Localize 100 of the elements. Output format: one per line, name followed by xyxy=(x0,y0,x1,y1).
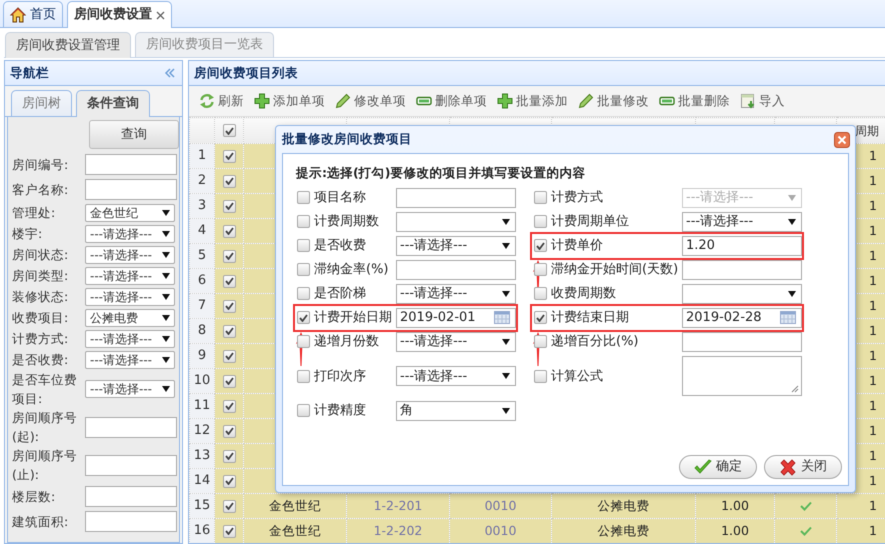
toolbar-button[interactable]: 刷新 xyxy=(197,90,246,112)
checkbox[interactable] xyxy=(297,215,310,228)
confirm-button[interactable]: 确定 xyxy=(679,455,757,479)
toolbar-button[interactable]: 批量添加 xyxy=(495,90,570,112)
checkbox[interactable] xyxy=(222,424,236,438)
dropdown[interactable]: ---请选择--- xyxy=(85,330,175,348)
checkbox[interactable] xyxy=(534,263,547,276)
checkbox[interactable] xyxy=(222,350,236,363)
caret-icon xyxy=(502,338,510,345)
checkbox[interactable] xyxy=(222,124,236,138)
checkbox[interactable] xyxy=(297,335,310,348)
pencil-icon xyxy=(335,93,351,109)
field-label: 计费周期数 xyxy=(314,213,379,231)
checkbox[interactable] xyxy=(222,250,236,263)
dropdown[interactable] xyxy=(396,212,516,232)
tab[interactable]: 房间收费设置管理 xyxy=(5,32,131,58)
dropdown[interactable]: ---请选择--- xyxy=(682,212,802,232)
field-label: 收费项目: xyxy=(12,309,70,327)
dropdown[interactable]: ---请选择--- xyxy=(85,224,175,242)
checkbox[interactable] xyxy=(297,370,310,383)
dropdown[interactable]: ---请选择--- xyxy=(85,380,175,398)
dropdown[interactable]: ---请选择--- xyxy=(396,366,516,386)
row-number: 11 xyxy=(190,394,214,418)
input-field[interactable] xyxy=(85,179,177,200)
input-field[interactable] xyxy=(85,454,177,476)
checkbox[interactable] xyxy=(222,274,236,288)
dropdown[interactable]: ---请选择--- xyxy=(396,284,516,304)
caret-icon xyxy=(162,356,170,362)
row-number: 5 xyxy=(190,244,214,268)
input-field[interactable] xyxy=(682,332,802,352)
checkbox[interactable] xyxy=(297,287,310,300)
checkbox[interactable] xyxy=(297,191,310,204)
checkbox[interactable] xyxy=(534,215,547,228)
toolbar-button[interactable]: 导入 xyxy=(738,90,787,112)
checkbox[interactable] xyxy=(222,224,236,238)
checkbox[interactable] xyxy=(222,150,236,163)
field-label: 管理处: xyxy=(12,204,56,222)
dropdown[interactable]: ---请选择--- xyxy=(85,350,175,368)
dropdown[interactable]: ---请选择--- xyxy=(85,266,175,284)
checkbox[interactable] xyxy=(297,311,310,324)
field-label: 房间顺序号(止): xyxy=(12,447,78,484)
dropdown[interactable]: 金色世纪 xyxy=(85,204,175,222)
input-field[interactable] xyxy=(85,486,177,507)
checkbox[interactable] xyxy=(534,311,547,324)
dropdown[interactable]: ---请选择--- xyxy=(85,246,175,264)
checkbox[interactable] xyxy=(222,200,236,213)
input-field[interactable] xyxy=(682,260,802,280)
tab[interactable]: 条件查询 xyxy=(76,90,150,117)
input-field[interactable] xyxy=(396,188,516,208)
row-number: 12 xyxy=(190,418,214,444)
date-field[interactable]: 2019-02-28 xyxy=(682,308,802,328)
tab[interactable]: 房间收费设置 xyxy=(67,1,172,28)
toolbar-button[interactable]: 批量修改 xyxy=(576,90,651,112)
dropdown[interactable]: ---请选择--- xyxy=(85,288,175,306)
date-field[interactable]: 2019-02-01 xyxy=(396,308,516,328)
text-area[interactable] xyxy=(682,356,802,396)
checkbox[interactable] xyxy=(222,174,236,188)
checkbox[interactable] xyxy=(222,400,236,413)
toolbar-button[interactable]: 修改单项 xyxy=(333,90,408,112)
checkbox[interactable] xyxy=(222,374,236,388)
close-button[interactable] xyxy=(834,132,850,148)
input-field[interactable] xyxy=(85,154,177,175)
checkbox[interactable] xyxy=(222,524,236,538)
checkbox[interactable] xyxy=(222,300,236,313)
checkbox[interactable] xyxy=(297,239,310,252)
query-button[interactable]: 查询 xyxy=(89,120,179,149)
dropdown[interactable]: 角 xyxy=(396,400,516,421)
dropdown[interactable]: ---请选择--- xyxy=(396,332,516,352)
close-button[interactable]: 关闭 xyxy=(764,455,842,479)
field-label: 递增百分比(%) xyxy=(551,333,638,351)
input-field[interactable]: 1.20 xyxy=(682,236,802,256)
tab[interactable]: 首页 xyxy=(3,1,63,27)
row-number: 16 xyxy=(190,518,214,543)
toolbar-button[interactable]: 批量删除 xyxy=(657,90,732,112)
dropdown[interactable]: ---请选择--- xyxy=(396,236,516,256)
checkbox[interactable] xyxy=(534,239,547,252)
caret-icon xyxy=(502,218,510,225)
toolbar-button[interactable]: 删除单项 xyxy=(414,90,489,112)
home-icon xyxy=(10,6,26,22)
dropdown[interactable] xyxy=(682,284,802,304)
row-number: 15 xyxy=(190,494,214,518)
checkbox[interactable] xyxy=(222,324,236,338)
toolbar-button[interactable]: 添加单项 xyxy=(252,90,327,112)
dropdown[interactable]: 公摊电费 xyxy=(85,308,175,326)
checkbox[interactable] xyxy=(222,474,236,488)
tab[interactable]: 房间树 xyxy=(11,90,72,116)
checkbox[interactable] xyxy=(297,263,310,276)
checkbox[interactable] xyxy=(534,287,547,300)
checkbox[interactable] xyxy=(297,404,310,418)
caret-icon xyxy=(162,230,170,236)
checkbox[interactable] xyxy=(222,450,236,463)
input-field[interactable] xyxy=(396,260,516,280)
checkbox[interactable] xyxy=(534,370,547,383)
checkbox[interactable] xyxy=(534,335,547,348)
row-number: 14 xyxy=(190,468,214,494)
input-field[interactable] xyxy=(85,416,177,438)
field-label: 递增月份数 xyxy=(314,333,379,351)
checkbox[interactable] xyxy=(222,500,236,513)
field-label: 房间状态: xyxy=(12,246,70,264)
input-field[interactable] xyxy=(85,511,177,532)
